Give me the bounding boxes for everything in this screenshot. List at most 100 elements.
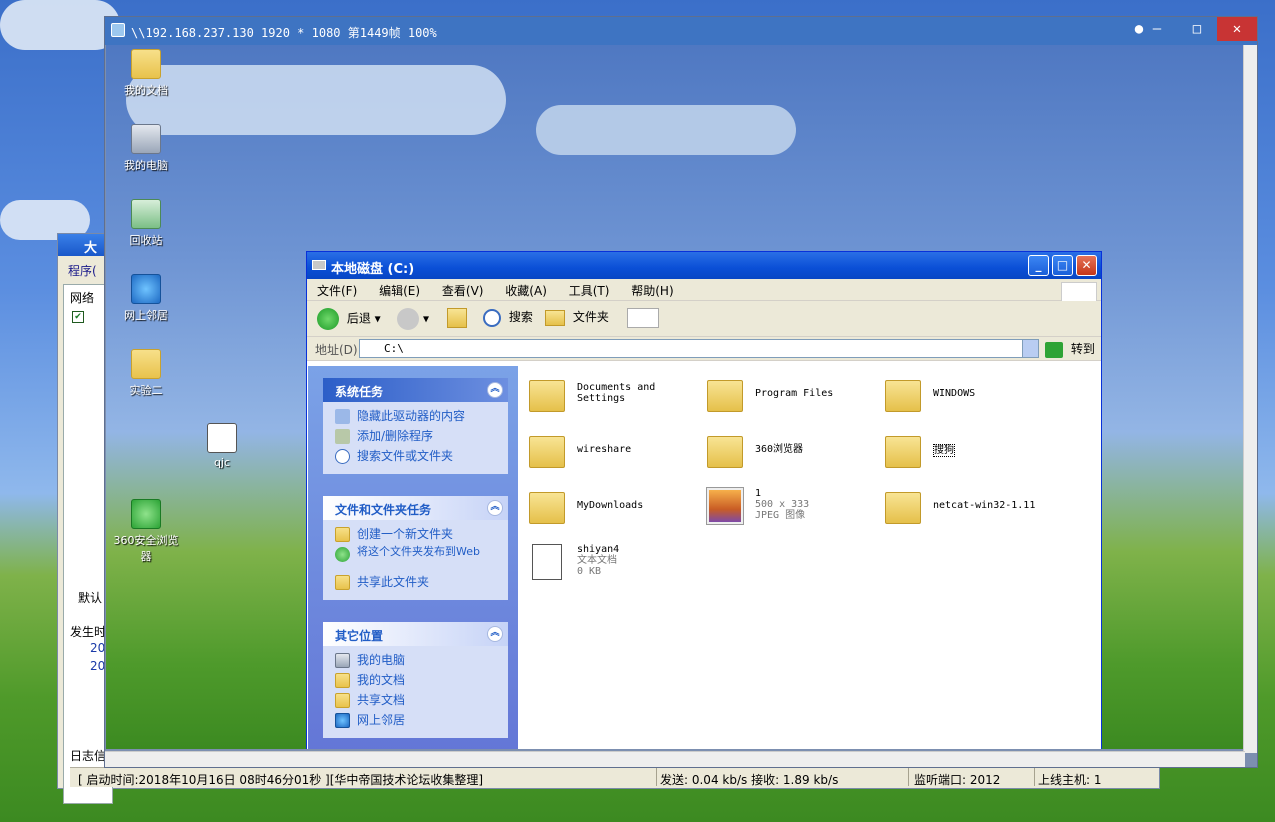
task-label: 隐藏此驱动器的内容: [357, 409, 466, 423]
menu-favorites[interactable]: 收藏(A): [505, 284, 547, 298]
divider: [656, 768, 657, 786]
file-item[interactable]: 搜狗: [885, 432, 1063, 480]
collapse-icon[interactable]: ︽: [487, 500, 503, 516]
file-item[interactable]: Documents and Settings: [529, 376, 707, 424]
file-tasks-title: 文件和文件夹任务: [335, 503, 432, 517]
application-icon: [207, 423, 237, 453]
desktop-icon[interactable]: 我的文档: [110, 49, 182, 98]
desktop-icon[interactable]: qjc: [186, 423, 258, 469]
task-new-folder[interactable]: 创建一个新文件夹: [335, 526, 508, 546]
task-share-folder[interactable]: 共享此文件夹: [335, 574, 508, 594]
file-name: Documents and Settings: [577, 382, 656, 404]
viewer-title: \\192.168.237.130 1920 * 1080 第1449帧 100…: [131, 26, 437, 40]
place-my-computer[interactable]: 我的电脑: [335, 652, 508, 672]
address-label: 地址(D): [315, 343, 358, 357]
menu-view[interactable]: 查看(V): [442, 284, 484, 298]
jpeg-image-icon: [706, 487, 744, 525]
monitor-icon: [111, 23, 125, 37]
file-item[interactable]: netcat-win32-1.11: [885, 488, 1063, 536]
desktop-icon-label: 回收站: [129, 234, 163, 247]
file-item[interactable]: Program Files: [707, 376, 885, 424]
minimize-button[interactable]: —: [1137, 17, 1177, 41]
forward-arrow-icon: [397, 308, 419, 330]
close-button[interactable]: ✕: [1076, 255, 1097, 276]
task-add-remove[interactable]: 添加/删除程序: [335, 428, 508, 448]
log-row[interactable]: 20: [90, 659, 105, 673]
remote-desktop[interactable]: 我的文档 我的电脑 回收站 网上邻居 实验二 qjc 360安全浏览器 本地磁盘…: [106, 45, 1244, 749]
task-label: 将这个文件夹发布到Web: [357, 545, 480, 558]
host-list-tab[interactable]: 默认: [78, 589, 102, 606]
horizontal-scrollbar[interactable]: [105, 751, 1245, 767]
address-value: C:\: [384, 342, 404, 355]
back-label: 后退: [346, 311, 371, 326]
file-tasks-box: 文件和文件夹任务 ︽ 创建一个新文件夹 将这个文件夹发布到Web 共享此文件夹: [323, 496, 508, 600]
go-button[interactable]: 转到: [1045, 340, 1095, 358]
folders-button[interactable]: 文件夹: [545, 308, 609, 326]
explorer-titlebar[interactable]: 本地磁盘 (C:) _ □ ✕: [307, 252, 1101, 279]
file-item[interactable]: 360浏览器: [707, 432, 885, 480]
place-my-documents[interactable]: 我的文档: [335, 672, 508, 692]
back-arrow-icon: [317, 308, 339, 330]
file-dimensions: 500 x 333: [755, 499, 810, 510]
browser-icon: [131, 499, 161, 529]
collapse-icon[interactable]: ︽: [487, 626, 503, 642]
drive-icon: [312, 260, 326, 270]
task-search[interactable]: 搜索文件或文件夹: [335, 448, 508, 468]
address-bar: 地址(D) C:\ 转到: [307, 337, 1101, 361]
place-label: 我的电脑: [357, 653, 406, 667]
menu-edit[interactable]: 编辑(E): [379, 284, 420, 298]
task-hide-drive[interactable]: 隐藏此驱动器的内容: [335, 408, 508, 428]
file-item[interactable]: WINDOWS: [885, 376, 1063, 424]
maximize-button[interactable]: □: [1052, 255, 1073, 276]
file-item[interactable]: shiyan4 文本文档 0 KB: [529, 544, 707, 592]
desktop-icon[interactable]: 网上邻居: [110, 274, 182, 323]
views-button[interactable]: [627, 308, 659, 328]
vertical-scrollbar[interactable]: [1243, 45, 1257, 753]
desktop-icon[interactable]: 我的电脑: [110, 124, 182, 173]
host-checkbox[interactable]: ✔: [72, 311, 84, 323]
task-publish-web[interactable]: 将这个文件夹发布到Web: [335, 546, 508, 574]
other-places-header[interactable]: 其它位置 ︽: [323, 622, 508, 646]
system-tasks-box: 系统任务 ︽ 隐藏此驱动器的内容 添加/删除程序 搜索文件或文件夹: [323, 378, 508, 474]
explorer-title: 本地磁盘 (C:): [331, 262, 415, 277]
place-network[interactable]: 网上邻居: [335, 712, 508, 732]
file-tasks-header[interactable]: 文件和文件夹任务 ︽: [323, 496, 508, 520]
desktop-icon-label: qjc: [213, 456, 231, 469]
address-input[interactable]: C:\: [359, 339, 1039, 358]
search-button[interactable]: 搜索: [483, 308, 533, 327]
collapse-icon[interactable]: ︽: [487, 382, 503, 398]
other-places-title: 其它位置: [335, 629, 384, 643]
menu-tools[interactable]: 工具(T): [569, 284, 610, 298]
chevron-down-icon[interactable]: [1022, 340, 1038, 357]
folder-icon: [885, 492, 921, 524]
place-shared-documents[interactable]: 共享文档: [335, 692, 508, 712]
system-tasks-header[interactable]: 系统任务 ︽: [323, 378, 508, 402]
network-icon: [335, 713, 350, 728]
manager-menu[interactable]: 程序(: [68, 262, 97, 279]
file-name: 360浏览器: [755, 444, 804, 455]
windows-logo-icon: [1061, 282, 1097, 302]
up-folder-icon[interactable]: [447, 308, 467, 328]
desktop-icon[interactable]: 回收站: [110, 199, 182, 248]
menu-file[interactable]: 文件(F): [317, 284, 357, 298]
file-item[interactable]: wireshare: [529, 432, 707, 480]
folders-label: 文件夹: [572, 310, 609, 324]
viewer-titlebar[interactable]: \\192.168.237.130 1920 * 1080 第1449帧 100…: [105, 17, 1257, 45]
task-label: 共享此文件夹: [357, 575, 430, 589]
desktop-icon[interactable]: 实验二: [110, 349, 182, 398]
desktop-icon[interactable]: 360安全浏览器: [110, 499, 182, 564]
minimize-button[interactable]: _: [1028, 255, 1049, 276]
log-row[interactable]: 20: [90, 641, 105, 655]
close-button[interactable]: ✕: [1217, 17, 1257, 41]
explorer-window: 本地磁盘 (C:) _ □ ✕ 文件(F) 编辑(E) 查看(V) 收藏(A) …: [306, 251, 1102, 749]
back-button[interactable]: 后退 ▾: [317, 308, 381, 330]
maximize-button[interactable]: □: [1177, 17, 1217, 41]
documents-icon: [335, 673, 350, 688]
divider: [908, 768, 909, 786]
log-tab[interactable]: 日志信: [70, 747, 106, 764]
forward-button[interactable]: ▾: [397, 308, 429, 330]
file-item[interactable]: MyDownloads: [529, 488, 707, 536]
menu-help[interactable]: 帮助(H): [631, 284, 673, 298]
host-list-header: 网络: [70, 291, 95, 305]
file-item[interactable]: 1 500 x 333 JPEG 图像: [706, 487, 885, 536]
